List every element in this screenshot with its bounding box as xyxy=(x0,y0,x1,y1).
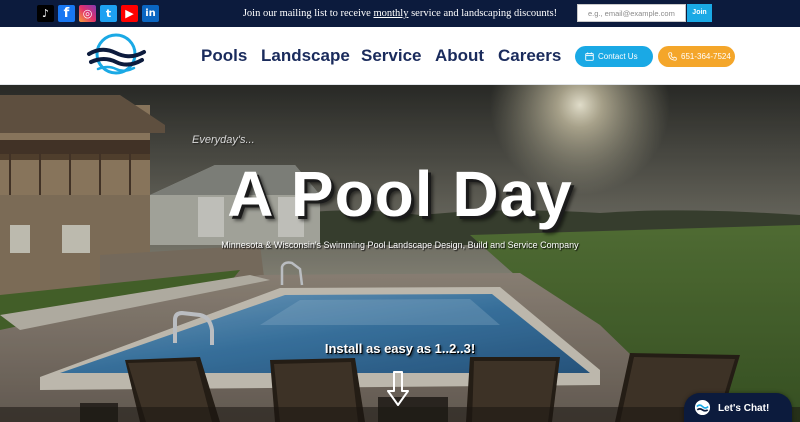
chat-label: Let's Chat! xyxy=(718,403,770,414)
join-button[interactable]: Join xyxy=(687,4,712,22)
install-tagline: Install as easy as 1..2..3! xyxy=(324,341,476,356)
top-bar: ♪ f ◎ t ▶ in Join our mailing list to re… xyxy=(0,0,800,27)
facebook-icon[interactable]: f xyxy=(58,5,75,22)
hero-banner: Everyday's... A Pool Day Minnesota & Wis… xyxy=(0,85,800,422)
site-header: Pools Landscape Service About Careers Co… xyxy=(0,27,800,85)
mailing-list-text: Join our mailing list to receive monthly… xyxy=(180,0,620,27)
mailing-text-monthly: monthly xyxy=(373,8,409,19)
phone-label: 651-364-7524 xyxy=(681,52,731,61)
contact-us-label: Contact Us xyxy=(598,52,638,61)
contact-us-button[interactable]: Contact Us xyxy=(575,46,653,67)
chat-button[interactable]: Let's Chat! xyxy=(684,393,792,422)
youtube-icon[interactable]: ▶ xyxy=(121,5,138,22)
nav-landscape[interactable]: Landscape xyxy=(261,27,350,85)
tiktok-icon[interactable]: ♪ xyxy=(37,5,54,22)
phone-button[interactable]: 651-364-7524 xyxy=(658,46,735,67)
linkedin-icon[interactable]: in xyxy=(142,5,159,22)
hero-subtitle: Minnesota & Wisconsin's Swimming Pool La… xyxy=(221,240,579,250)
hero-title: A Pool Day xyxy=(227,158,573,230)
chat-icon xyxy=(694,399,711,416)
nav-pools[interactable]: Pools xyxy=(201,27,247,85)
calendar-icon xyxy=(585,52,594,61)
instagram-icon[interactable]: ◎ xyxy=(79,5,96,22)
nav-about[interactable]: About xyxy=(435,27,484,85)
mailing-text-after: service and landscaping discounts! xyxy=(408,8,558,19)
twitter-icon[interactable]: t xyxy=(100,5,117,22)
down-arrow-icon[interactable] xyxy=(386,371,410,407)
email-input[interactable] xyxy=(577,4,686,22)
nav-careers[interactable]: Careers xyxy=(498,27,561,85)
phone-icon xyxy=(668,52,677,61)
company-logo[interactable] xyxy=(84,32,148,78)
nav-service[interactable]: Service xyxy=(361,27,422,85)
mailing-text-before: Join our mailing list to receive xyxy=(242,8,374,19)
hero-tagline-small: Everyday's... xyxy=(192,134,255,146)
